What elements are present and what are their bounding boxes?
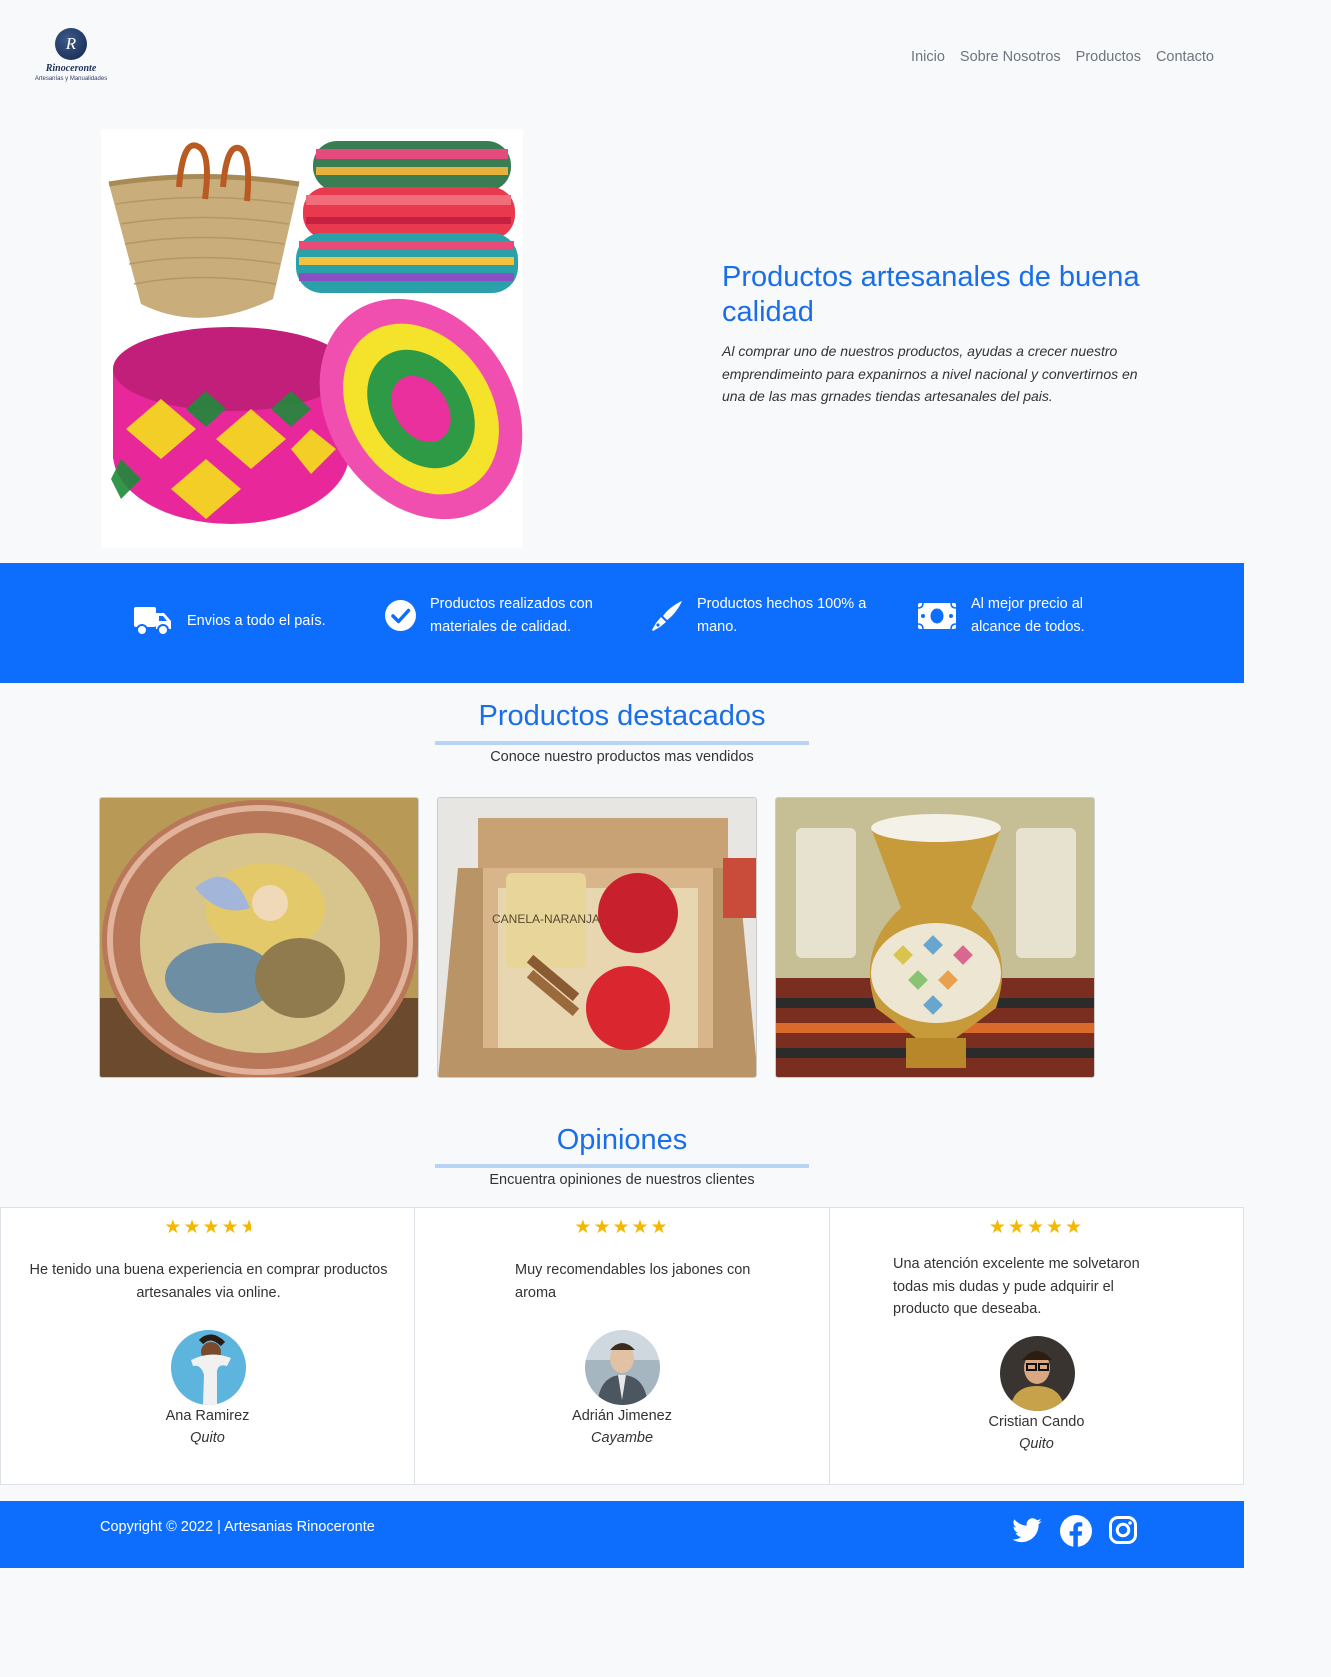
opinions-title-underline (435, 1164, 809, 1168)
avatar (171, 1330, 246, 1405)
reviewer-city: Cayambe (590, 1430, 654, 1446)
reviewer-name: Ana Ramirez (165, 1408, 250, 1424)
review-text: He tenido una buena experiencia en compr… (29, 1262, 388, 1301)
reviewer-name: Cristian Cando (988, 1414, 1085, 1430)
reviewer-city: Quito (190, 1430, 225, 1446)
avatar (1000, 1336, 1075, 1411)
pen-icon (652, 600, 682, 631)
money-icon (918, 602, 956, 629)
hero-image (101, 129, 523, 548)
opinions-section-subtitle: Encuentra opiniones de nuestros clientes (489, 1172, 755, 1188)
avatar (585, 1330, 660, 1405)
logo-emblem: R (55, 28, 87, 60)
feature-handmade: Productos hechos 100% a mano. (651, 593, 881, 638)
feature-shipping-text: Envios a todo el país. (187, 612, 326, 629)
feature-quality-text: Productos realizados con materiales de c… (430, 596, 593, 635)
hero-text-block: Productos artesanales de buena calidad A… (722, 260, 1152, 408)
featured-section-subtitle: Conoce nuestro productos mas vendidos (490, 749, 754, 765)
product-card-vase[interactable] (775, 797, 1095, 1078)
feature-handmade-text: Productos hechos 100% a mano. (697, 596, 867, 635)
review-card: ★★★★★ He tenido una buena experiencia en… (0, 1207, 415, 1485)
check-circle-icon (385, 600, 416, 631)
star-rating: ★★★★★ (988, 1217, 1085, 1238)
featured-section-title: Productos destacados (478, 700, 766, 732)
hero-title: Productos artesanales de buena calidad (722, 261, 1140, 328)
featured-title-underline (435, 741, 809, 745)
brand-logo[interactable]: R Rinoceronte Artesanías y Manualidades (26, 26, 116, 88)
navbar: R Rinoceronte Artesanías y Manualidades … (0, 0, 1244, 110)
nav-link-contacto[interactable]: Contacto (1156, 48, 1214, 66)
twitter-icon[interactable] (1011, 1515, 1043, 1547)
brand-name: Rinoceronte (45, 63, 97, 74)
star-rating: ★★★★★ (574, 1217, 670, 1238)
nav-link-sobre-nosotros[interactable]: Sobre Nosotros (960, 48, 1061, 66)
soap-label: CANELA-NARANJA (492, 912, 600, 926)
truck-icon (134, 607, 171, 636)
feature-price: Al mejor precio al alcance de todos. (918, 593, 1118, 638)
review-text: Muy recomendables los jabones con aroma (515, 1262, 751, 1301)
opinions-section-title: Opiniones (556, 1124, 688, 1156)
review-text: Una atención excelente me solvetaron tod… (893, 1256, 1140, 1317)
product-card-soaps[interactable]: CANELA-NARANJA (437, 797, 757, 1078)
feature-quality: Productos realizados con materiales de c… (385, 593, 615, 638)
star-rating: ★★★★★ (164, 1217, 250, 1238)
footer: Copyright © 2022 | Artesanias Rinoceront… (0, 1501, 1244, 1568)
review-card: ★★★★★ Muy recomendables los jabones con … (414, 1207, 830, 1485)
product-card-plate[interactable] (99, 797, 419, 1078)
instagram-icon[interactable] (1108, 1515, 1138, 1545)
reviewer-city: Quito (1019, 1436, 1054, 1452)
brand-tagline: Artesanías y Manualidades (34, 76, 108, 82)
reviewer-name: Adrián Jimenez (572, 1408, 672, 1424)
facebook-icon[interactable] (1060, 1515, 1092, 1547)
feature-price-text: Al mejor precio al alcance de todos. (971, 596, 1085, 635)
features-band: Envios a todo el país. Productos realiza… (0, 563, 1244, 683)
main-nav: Inicio Sobre Nosotros Productos Contacto (911, 48, 1214, 66)
hero-description: Al comprar uno de nuestros productos, ay… (722, 343, 1138, 404)
nav-link-inicio[interactable]: Inicio (911, 48, 945, 66)
feature-shipping: Envios a todo el país. (134, 605, 354, 637)
review-card: ★★★★★ Una atención excelente me solvetar… (829, 1207, 1244, 1485)
nav-link-productos[interactable]: Productos (1076, 48, 1141, 66)
copyright-text: Copyright © 2022 | Artesanias Rinoceront… (100, 1519, 375, 1535)
